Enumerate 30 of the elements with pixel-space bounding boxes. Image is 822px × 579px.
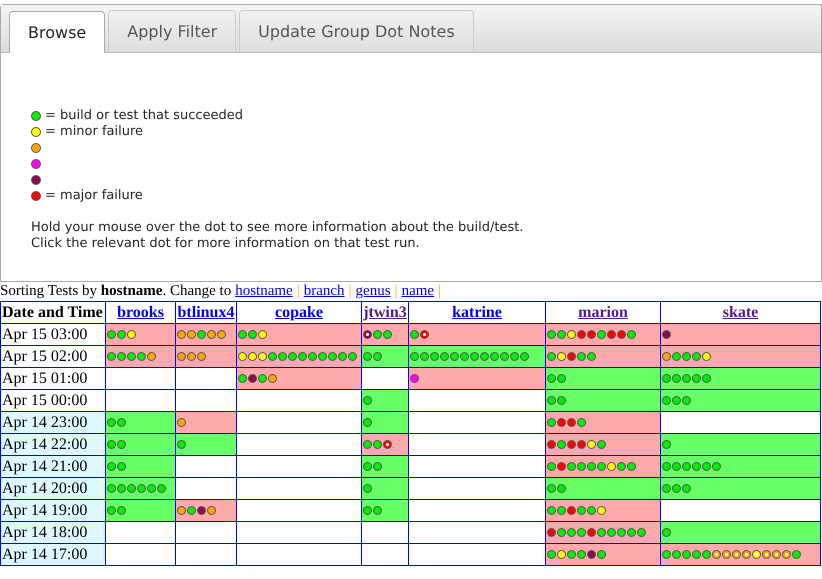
- link-separator: |: [438, 282, 442, 301]
- date-cell: Apr 14 20:00: [0, 478, 106, 500]
- link-separator: |: [296, 282, 300, 301]
- sorting-text: Sorting Tests by hostname. Change to: [0, 282, 232, 301]
- date-cell: Apr 14 18:00: [0, 522, 106, 544]
- tab[interactable]: Browse: [9, 11, 106, 53]
- sort-link[interactable]: hostname: [235, 282, 293, 301]
- legend-label: = minor failure: [45, 124, 144, 140]
- column-header: Date and Time: [0, 302, 106, 324]
- legend-label: = major failure: [45, 188, 143, 204]
- tab[interactable]: Update Group Dot Notes: [239, 10, 474, 52]
- link-separator: |: [348, 282, 352, 301]
- tab[interactable]: Apply Filter: [108, 10, 236, 52]
- sort-link[interactable]: genus: [356, 282, 391, 301]
- date-cell: Apr 14 22:00: [0, 434, 106, 456]
- sort-link[interactable]: branch: [304, 282, 345, 301]
- sort-link[interactable]: name: [402, 282, 434, 301]
- date-cell: Apr 15 01:00: [0, 368, 106, 390]
- host-link[interactable]: skate: [722, 304, 758, 320]
- date-cell: Apr 14 17:00: [0, 544, 106, 566]
- date-cell: Apr 14 21:00: [0, 456, 106, 478]
- date-cell: Apr 15 02:00: [0, 346, 106, 368]
- help-text: Click the relevant dot for more information on that test run.: [31, 236, 421, 252]
- date-cell: Apr 14 23:00: [0, 412, 106, 434]
- date-cell: Apr 15 03:00: [0, 324, 106, 346]
- link-separator: |: [394, 282, 398, 301]
- date-cell: Apr 15 00:00: [0, 390, 106, 412]
- date-cell: Apr 14 19:00: [0, 500, 106, 522]
- help-text: Hold your mouse over the dot to see more information about the build/test.: [31, 220, 524, 236]
- legend-label: = build or test that succeeded: [45, 108, 243, 124]
